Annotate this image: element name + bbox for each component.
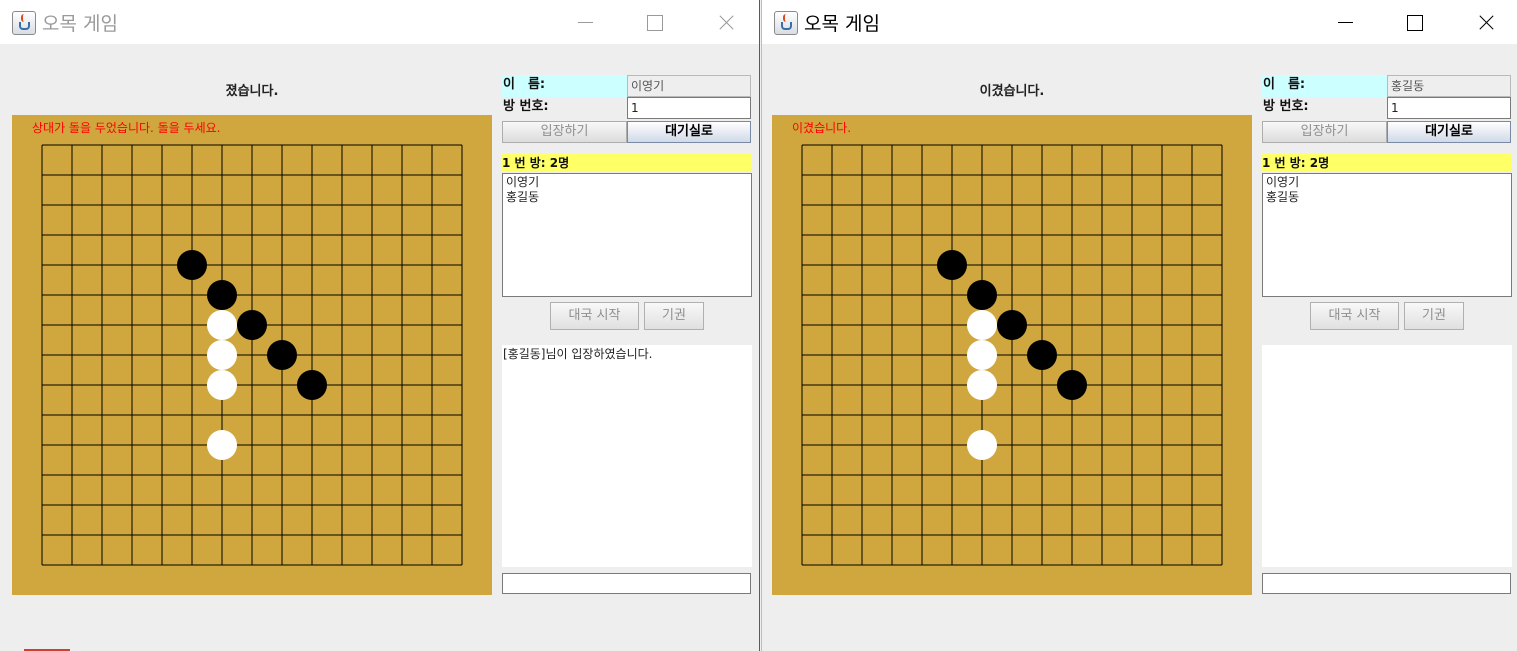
white-stone [207, 340, 237, 370]
close-icon[interactable] [702, 0, 748, 44]
name-label: 이 름: [502, 75, 627, 97]
maximize-icon[interactable] [1391, 0, 1437, 44]
board-message: 이겼습니다. [792, 121, 852, 135]
close-icon[interactable] [1462, 0, 1508, 44]
white-stone [207, 430, 237, 460]
board-grid[interactable] [772, 115, 1252, 595]
chat-log[interactable] [1262, 345, 1512, 567]
white-stone [967, 340, 997, 370]
name-field[interactable]: 홍길동 [1387, 75, 1511, 97]
start-game-button[interactable]: 대국 시작 [1310, 302, 1399, 330]
room-info-header: 1 번 방: 2명 [502, 154, 752, 172]
room-number-label: 방 번호: [502, 97, 627, 119]
black-stone [297, 370, 327, 400]
game-window-1: 오목 게임 졌습니다. 상대가 돌을 두었습니다. 돌을 두세요. 이 름: 이… [0, 0, 760, 651]
resign-button[interactable]: 기권 [644, 302, 704, 330]
java-app-icon [774, 11, 798, 35]
name-label: 이 름: [1262, 75, 1387, 97]
player-list[interactable]: 이영기 홍길동 [502, 173, 752, 297]
board-grid[interactable] [12, 115, 492, 595]
window-title: 오목 게임 [804, 13, 880, 35]
window-title: 오목 게임 [42, 13, 118, 35]
black-stone [237, 310, 267, 340]
java-app-icon [12, 11, 36, 35]
white-stone [967, 310, 997, 340]
start-game-button[interactable]: 대국 시작 [550, 302, 639, 330]
black-stone [267, 340, 297, 370]
player-list[interactable]: 이영기 홍길동 [1262, 173, 1512, 297]
black-stone [967, 280, 997, 310]
list-item[interactable]: 이영기 [1266, 175, 1508, 190]
list-item[interactable]: 홍길동 [506, 190, 748, 205]
list-item[interactable]: 홍길동 [1266, 190, 1508, 205]
omok-board[interactable]: 이겼습니다. [772, 115, 1252, 595]
game-window-2: 오목 게임 이겼습니다. 이겼습니다. 이 름: 홍길동 방 번호: 1 입장하… [761, 0, 1517, 651]
minimize-icon[interactable] [562, 0, 608, 44]
white-stone [967, 370, 997, 400]
game-status-label: 이겼습니다. [979, 84, 1045, 99]
black-stone [177, 250, 207, 280]
maximize-icon[interactable] [631, 0, 677, 44]
minimize-icon[interactable] [1322, 0, 1368, 44]
white-stone [967, 430, 997, 460]
chat-line: [홍길동]님이 입장하였습니다. [503, 347, 653, 361]
room-number-label: 방 번호: [1262, 97, 1387, 119]
enter-room-button[interactable]: 입장하기 [1262, 121, 1387, 143]
black-stone [997, 310, 1027, 340]
room-info-header: 1 번 방: 2명 [1262, 154, 1512, 172]
white-stone [207, 310, 237, 340]
white-stone [207, 370, 237, 400]
go-to-lobby-button[interactable]: 대기실로 [627, 121, 751, 143]
name-field[interactable]: 이영기 [627, 75, 751, 97]
go-to-lobby-button[interactable]: 대기실로 [1387, 121, 1511, 143]
black-stone [1057, 370, 1087, 400]
title-bar[interactable]: 오목 게임 [0, 0, 759, 44]
resign-button[interactable]: 기권 [1404, 302, 1464, 330]
black-stone [1027, 340, 1057, 370]
chat-input[interactable] [502, 573, 751, 594]
room-number-field[interactable]: 1 [1387, 97, 1511, 119]
list-item[interactable]: 이영기 [506, 175, 748, 190]
omok-board[interactable]: 상대가 돌을 두었습니다. 돌을 두세요. [12, 115, 492, 595]
enter-room-button[interactable]: 입장하기 [502, 121, 627, 143]
board-message: 상대가 돌을 두었습니다. 돌을 두세요. [32, 121, 221, 135]
black-stone [937, 250, 967, 280]
chat-input[interactable] [1262, 573, 1511, 594]
black-stone [207, 280, 237, 310]
room-number-field[interactable]: 1 [627, 97, 751, 119]
chat-log[interactable]: [홍길동]님이 입장하였습니다. [502, 345, 752, 567]
title-bar[interactable]: 오목 게임 [762, 0, 1517, 44]
game-status-label: 졌습니다. [225, 84, 279, 99]
